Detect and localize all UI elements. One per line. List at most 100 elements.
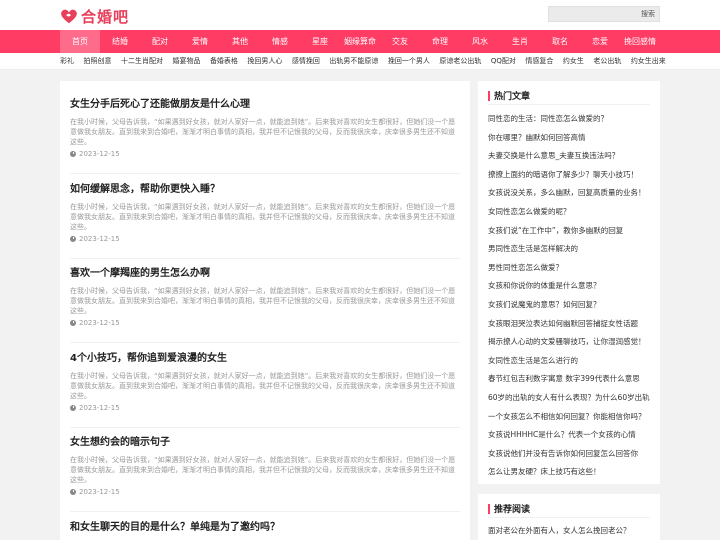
hot-articles-panel: 热门文章 同性恋的生活：同性恋怎么做爱的？ 你在哪里？幽默如何回答高情 夫妻交换是什… [478, 81, 660, 484]
subnav-item[interactable]: 挽回一个男人 [388, 53, 430, 70]
nav-item[interactable]: 其他 [220, 30, 260, 53]
nav-item[interactable]: 配对 [140, 30, 180, 53]
article-title[interactable]: 喜欢一个摩羯座的男生怎么办啊 [70, 267, 460, 281]
article-date: 2023-12-15 [70, 318, 460, 328]
nav-item[interactable]: 生肖 [500, 30, 540, 53]
hot-article-link[interactable]: 男性同性恋怎么做爱？ [488, 259, 653, 278]
article-date-text: 2023-12-15 [79, 319, 120, 327]
hot-article-link[interactable]: 春节红包吉利数字寓意 数字399代表什么意思 [488, 370, 653, 389]
article-date-text: 2023-12-15 [79, 488, 120, 496]
hot-article-link[interactable]: 女孩眼泪哭泣表达如何幽默回答捕捉女性话题 [488, 315, 653, 334]
hot-article-link[interactable]: 夫妻交换是什么意思_夫妻互换违法吗？ [488, 147, 653, 166]
site-logo[interactable]: 合婚吧 [60, 5, 129, 27]
subnav-item[interactable]: QQ配对 [491, 53, 516, 70]
hot-article-link[interactable]: 男同性恋生活是怎样解决的 [488, 240, 653, 259]
article-item: 如何缓解思念，帮助你更快入睡？ 在我小时候，父母告诉我，“如果遇到好女孩，就对人家… [70, 183, 460, 244]
hot-article-link[interactable]: 同性恋的生活：同性恋怎么做爱的？ [488, 110, 653, 129]
hot-article-link[interactable]: 60岁的出轨的女人有什么表现？为什么60岁出轨 [488, 389, 653, 408]
hot-articles-header: 热门文章 [488, 87, 650, 105]
article-item: 和女生聊天的目的是什么？单纯是为了邀约吗？ [70, 521, 460, 535]
clock-icon [70, 489, 76, 495]
article-title[interactable]: 和女生聊天的目的是什么？单纯是为了邀约吗？ [70, 521, 460, 535]
article-item: 女生想约会的暗示句子在我小时候，父母告诉我，“如果遇到好女孩，就对人家好一点，就… [70, 436, 460, 497]
subnav-item[interactable]: 出轨男不能原谅 [329, 53, 378, 70]
clock-icon [70, 235, 76, 242]
subnav-item[interactable]: 婚宴物品 [172, 53, 200, 70]
clock-icon [70, 151, 76, 157]
clock-icon [70, 404, 76, 411]
article-excerpt: 在我小时候，父母告诉我，“如果遇到好女孩，就对人家好一点，就能追到她”。后来我对… [70, 371, 456, 400]
nav-item[interactable]: 风水 [460, 30, 500, 53]
subnav-item[interactable]: 原谅老公出轨 [439, 53, 481, 70]
article-date: 2023-12-15 [70, 403, 460, 413]
sub-nav: 彩礼 拍照创意 十二生肖配对 婚宴物品 备婚表格 挽回男人心 感情挽回 出轨男不能原谅 挽回一个… [0, 53, 720, 70]
main-nav-items: 首页 结婚 配对 爱情 其他 情感 星座 姻缘算命 交友 命理 风水 生肖 取名 恋爱 挽回感情 [60, 30, 660, 53]
article-item: 喜欢一个摩羯座的男生怎么办啊 在我小时候，父母告诉我，“如果遇到好女孩，就对人家好… [70, 267, 460, 328]
hot-article-link[interactable]: 女同性恋生活是怎么进行的 [488, 352, 653, 371]
hot-articles-title: 热门文章 [494, 92, 531, 102]
hot-article-link[interactable]: 怎么让男友硬？床上技巧有这些！ [488, 463, 653, 482]
subnav-item[interactable]: 感情挽回 [292, 53, 320, 70]
nav-item[interactable]: 命理 [420, 30, 460, 53]
article-excerpt: 在我小时候，父母告诉我，“如果遇到好女孩，就对人家好一点，就能追到她”。后来我对… [70, 118, 456, 146]
hot-article-link[interactable]: 你在哪里？幽默如何回答高情 [488, 129, 653, 148]
recommended-list: 面对老公在外面有人，女人怎么挽回老公？ [488, 522, 653, 540]
subnav-item[interactable]: 十二生肖配对 [121, 53, 163, 70]
subnav-item[interactable]: 挽回男人心 [247, 53, 282, 70]
search-input[interactable] [551, 7, 635, 21]
recommended-title: 推荐阅读 [494, 505, 531, 515]
nav-item[interactable]: 恋爱 [580, 30, 620, 53]
search-button[interactable]: 搜索 [641, 8, 655, 20]
sub-nav-items: 彩礼 拍照创意 十二生肖配对 婚宴物品 备婚表格 挽回男人心 感情挽回 出轨男不能原谅 挽回一个… [60, 53, 666, 70]
article-date-text: 2023-12-15 [79, 150, 120, 158]
article-title[interactable]: 女生想约会的暗示句子 [70, 436, 460, 450]
hot-article-link[interactable]: 女孩们说“在工作中”，教你多幽默的回复 [488, 222, 653, 241]
article-divider [70, 426, 460, 428]
article-item: 女生分手后死心了还能做朋友是什么心理在我小时候，父母告诉我，“如果遇到好女孩，就… [70, 98, 460, 159]
hot-article-link[interactable]: 揭示撩人心动的文爱骚聊技巧，让你湿润感觉！ [488, 333, 653, 352]
article-item: 4个小技巧，帮你追到爱浪漫的女生在我小时候，父母告诉我，“如果遇到好女孩，就对人… [70, 352, 460, 413]
article-date: 2023-12-15 [70, 149, 460, 159]
recommended-header: 推荐阅读 [488, 500, 650, 518]
nav-item[interactable]: 星座 [300, 30, 340, 53]
hot-article-link[interactable]: 女孩说HHHHC是什么？代表一个女孩的心情 [488, 426, 653, 445]
nav-item[interactable]: 挽回感情 [620, 30, 660, 53]
nav-item[interactable]: 首页 [60, 30, 100, 53]
hot-article-link[interactable]: 女孩说他们并没有告诉你如何回复怎么回答你 [488, 445, 653, 464]
nav-item[interactable]: 取名 [540, 30, 580, 53]
accent-bar [488, 503, 490, 514]
subnav-item[interactable]: 老公出轨 [593, 53, 621, 70]
article-excerpt: 在我小时候，父母告诉我，“如果遇到好女孩，就对人家好一点，就能追到她”。后来我对… [70, 202, 456, 231]
hot-article-link[interactable]: 女孩说没关系，多么幽默，回复高质量的业务！ [488, 184, 653, 203]
nav-item[interactable]: 交友 [380, 30, 420, 53]
clock-icon [70, 320, 76, 326]
nav-item[interactable]: 姻缘算命 [340, 30, 380, 53]
subnav-item[interactable]: 约女生出来 [631, 53, 666, 70]
article-divider [70, 173, 460, 174]
recommended-panel: 推荐阅读 面对老公在外面有人，女人怎么挽回老公？ [478, 494, 660, 540]
subnav-item[interactable]: 约女生 [563, 53, 584, 70]
article-title[interactable]: 女生分手后死心了还能做朋友是什么心理 [70, 98, 460, 112]
hot-article-link[interactable]: 一个女孩怎么不相信如何回复？你能相信你吗？ [488, 408, 653, 427]
subnav-item[interactable]: 情感复合 [525, 53, 553, 70]
site-header: 合婚吧 搜索 [0, 0, 720, 30]
hot-article-link[interactable]: 女同性恋怎么做爱的呢？ [488, 203, 653, 222]
article-title[interactable]: 4个小技巧，帮你追到爱浪漫的女生 [70, 352, 460, 366]
nav-item[interactable]: 结婚 [100, 30, 140, 53]
article-date: 2023-12-15 [70, 234, 460, 244]
subnav-item[interactable]: 彩礼 [60, 53, 74, 70]
subnav-item[interactable]: 备婚表格 [210, 53, 238, 70]
recommended-link[interactable]: 面对老公在外面有人，女人怎么挽回老公？ [488, 522, 653, 540]
hot-article-link[interactable]: 女孩们说魔鬼的意思？如何回复？ [488, 296, 653, 315]
accent-bar [488, 90, 490, 101]
hot-article-link[interactable]: 撩撩上面约的暗语你了解多少？聊天小技巧！ [488, 166, 653, 185]
logo-text: 合婚吧 [81, 7, 130, 26]
nav-item[interactable]: 爱情 [180, 30, 220, 53]
hot-article-link[interactable]: 女孩和你说你的体重是什么意思？ [488, 277, 653, 296]
article-divider [70, 257, 460, 259]
nav-item[interactable]: 情感 [260, 30, 300, 53]
article-date: 2023-12-15 [70, 487, 460, 497]
article-title[interactable]: 如何缓解思念，帮助你更快入睡？ [70, 183, 460, 197]
article-excerpt: 在我小时候，父母告诉我，“如果遇到好女孩，就对人家好一点，就能追到她”。后来我对… [70, 456, 456, 484]
subnav-item[interactable]: 拍照创意 [83, 53, 111, 70]
